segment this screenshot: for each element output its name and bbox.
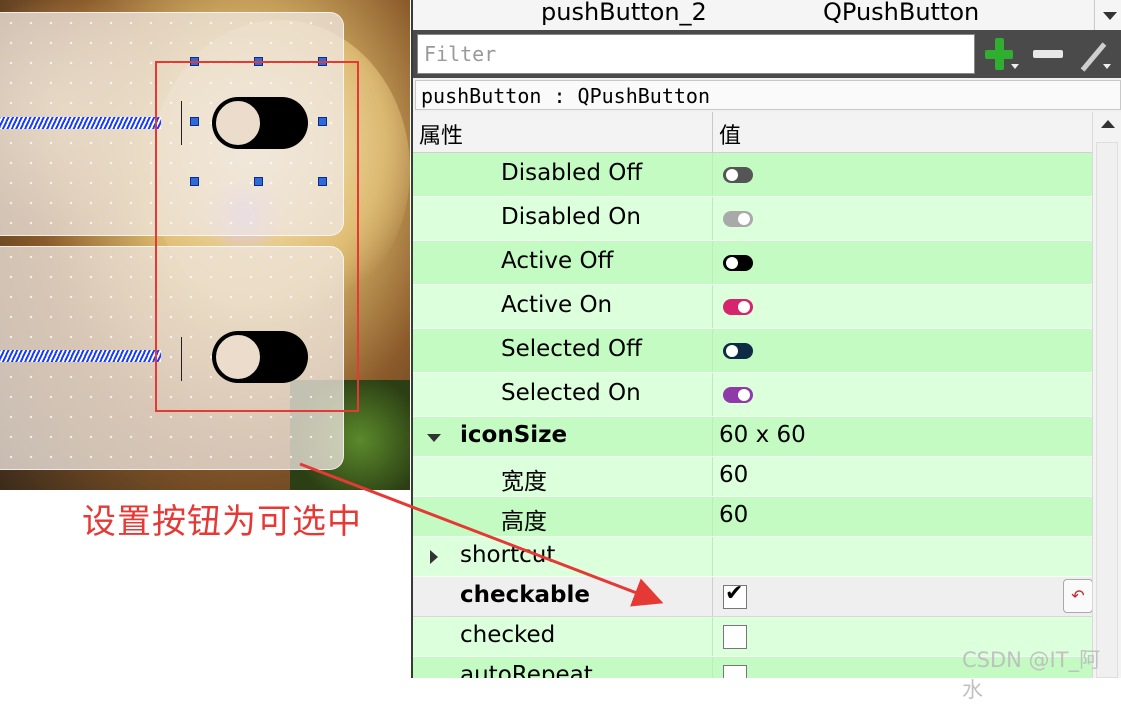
property-row-active-on[interactable]: Active On: [413, 285, 1093, 329]
filter-input[interactable]: Filter: [417, 34, 975, 74]
scroll-up-icon[interactable]: [1101, 120, 1115, 128]
property-value[interactable]: 60: [719, 462, 748, 488]
wrench-icon[interactable]: [1077, 38, 1111, 72]
auto-repeat-checkbox[interactable]: [723, 665, 747, 678]
add-property-icon[interactable]: [985, 38, 1019, 72]
checkable-checkbox[interactable]: [723, 581, 747, 609]
toggle-on-icon: [723, 211, 753, 227]
reset-property-button[interactable]: ↶: [1063, 579, 1093, 613]
property-name: 宽度: [501, 469, 547, 495]
property-name: Selected Off: [501, 336, 642, 362]
layout-spacer: [0, 350, 161, 362]
property-name: Selected On: [501, 380, 641, 406]
property-row-icon-size[interactable]: iconSize 60 x 60: [413, 417, 1093, 457]
object-inspector-row[interactable]: pushButton_2 QPushButton: [413, 0, 1093, 30]
designer-canvas: [0, 0, 410, 490]
property-row-active-off[interactable]: Active Off: [413, 241, 1093, 285]
vertical-scrollbar[interactable]: [1092, 112, 1121, 678]
property-name: checked: [460, 622, 556, 648]
property-table: 属性 值 Disabled Off Disabled On Active Off…: [413, 112, 1093, 678]
property-column-header: 属性: [419, 124, 464, 149]
toggle-on-icon: [723, 299, 753, 315]
object-class: QPushButton: [823, 0, 980, 26]
property-row-width[interactable]: 宽度 60: [413, 457, 1093, 497]
property-name: autoRepeat: [460, 662, 593, 678]
toggle-on-icon: [723, 387, 753, 403]
property-value[interactable]: 60 x 60: [719, 422, 806, 448]
property-name: checkable: [460, 582, 591, 608]
property-name: iconSize: [460, 422, 568, 448]
property-row-shortcut[interactable]: shortcut: [413, 537, 1093, 577]
property-value[interactable]: 60: [719, 502, 748, 528]
toggle-off-icon: [723, 343, 753, 359]
watermark: CSDN @IT_阿水: [962, 648, 1101, 702]
collapse-arrow-icon[interactable]: [427, 434, 441, 442]
toggle-off-icon: [723, 255, 753, 271]
highlight-rectangle: [155, 61, 359, 412]
property-row-disabled-on[interactable]: Disabled On: [413, 197, 1093, 241]
annotation-text: 设置按钮为可选中: [82, 502, 362, 542]
property-row-height[interactable]: 高度 60: [413, 497, 1093, 537]
property-row-disabled-off[interactable]: Disabled Off: [413, 153, 1093, 197]
scrollbar-thumb[interactable]: [1096, 142, 1118, 678]
property-name: shortcut: [460, 542, 556, 568]
property-editor-panel: pushButton_2 QPushButton Filter pushButt…: [411, 0, 1121, 678]
property-toolbar: Filter: [413, 30, 1121, 78]
property-row-selected-on[interactable]: Selected On: [413, 373, 1093, 417]
toggle-off-icon: [723, 167, 753, 183]
property-name: 高度: [501, 509, 547, 535]
expand-arrow-icon[interactable]: [430, 550, 438, 564]
property-name: Active On: [501, 292, 613, 318]
class-label: pushButton : QPushButton: [415, 80, 1121, 110]
property-row-selected-off[interactable]: Selected Off: [413, 329, 1093, 373]
property-name: Disabled Off: [501, 160, 643, 186]
table-header: 属性 值: [413, 112, 1093, 153]
layout-spacer: [0, 117, 161, 129]
property-row-checkable[interactable]: checkable ↶: [413, 577, 1093, 617]
value-column-header: 值: [719, 124, 742, 149]
remove-property-icon[interactable]: [1033, 38, 1067, 72]
checked-checkbox[interactable]: [723, 625, 747, 649]
object-name: pushButton_2: [541, 0, 707, 26]
property-name: Disabled On: [501, 204, 641, 230]
property-name: Active Off: [501, 248, 614, 274]
chevron-down-icon[interactable]: [1094, 0, 1121, 30]
